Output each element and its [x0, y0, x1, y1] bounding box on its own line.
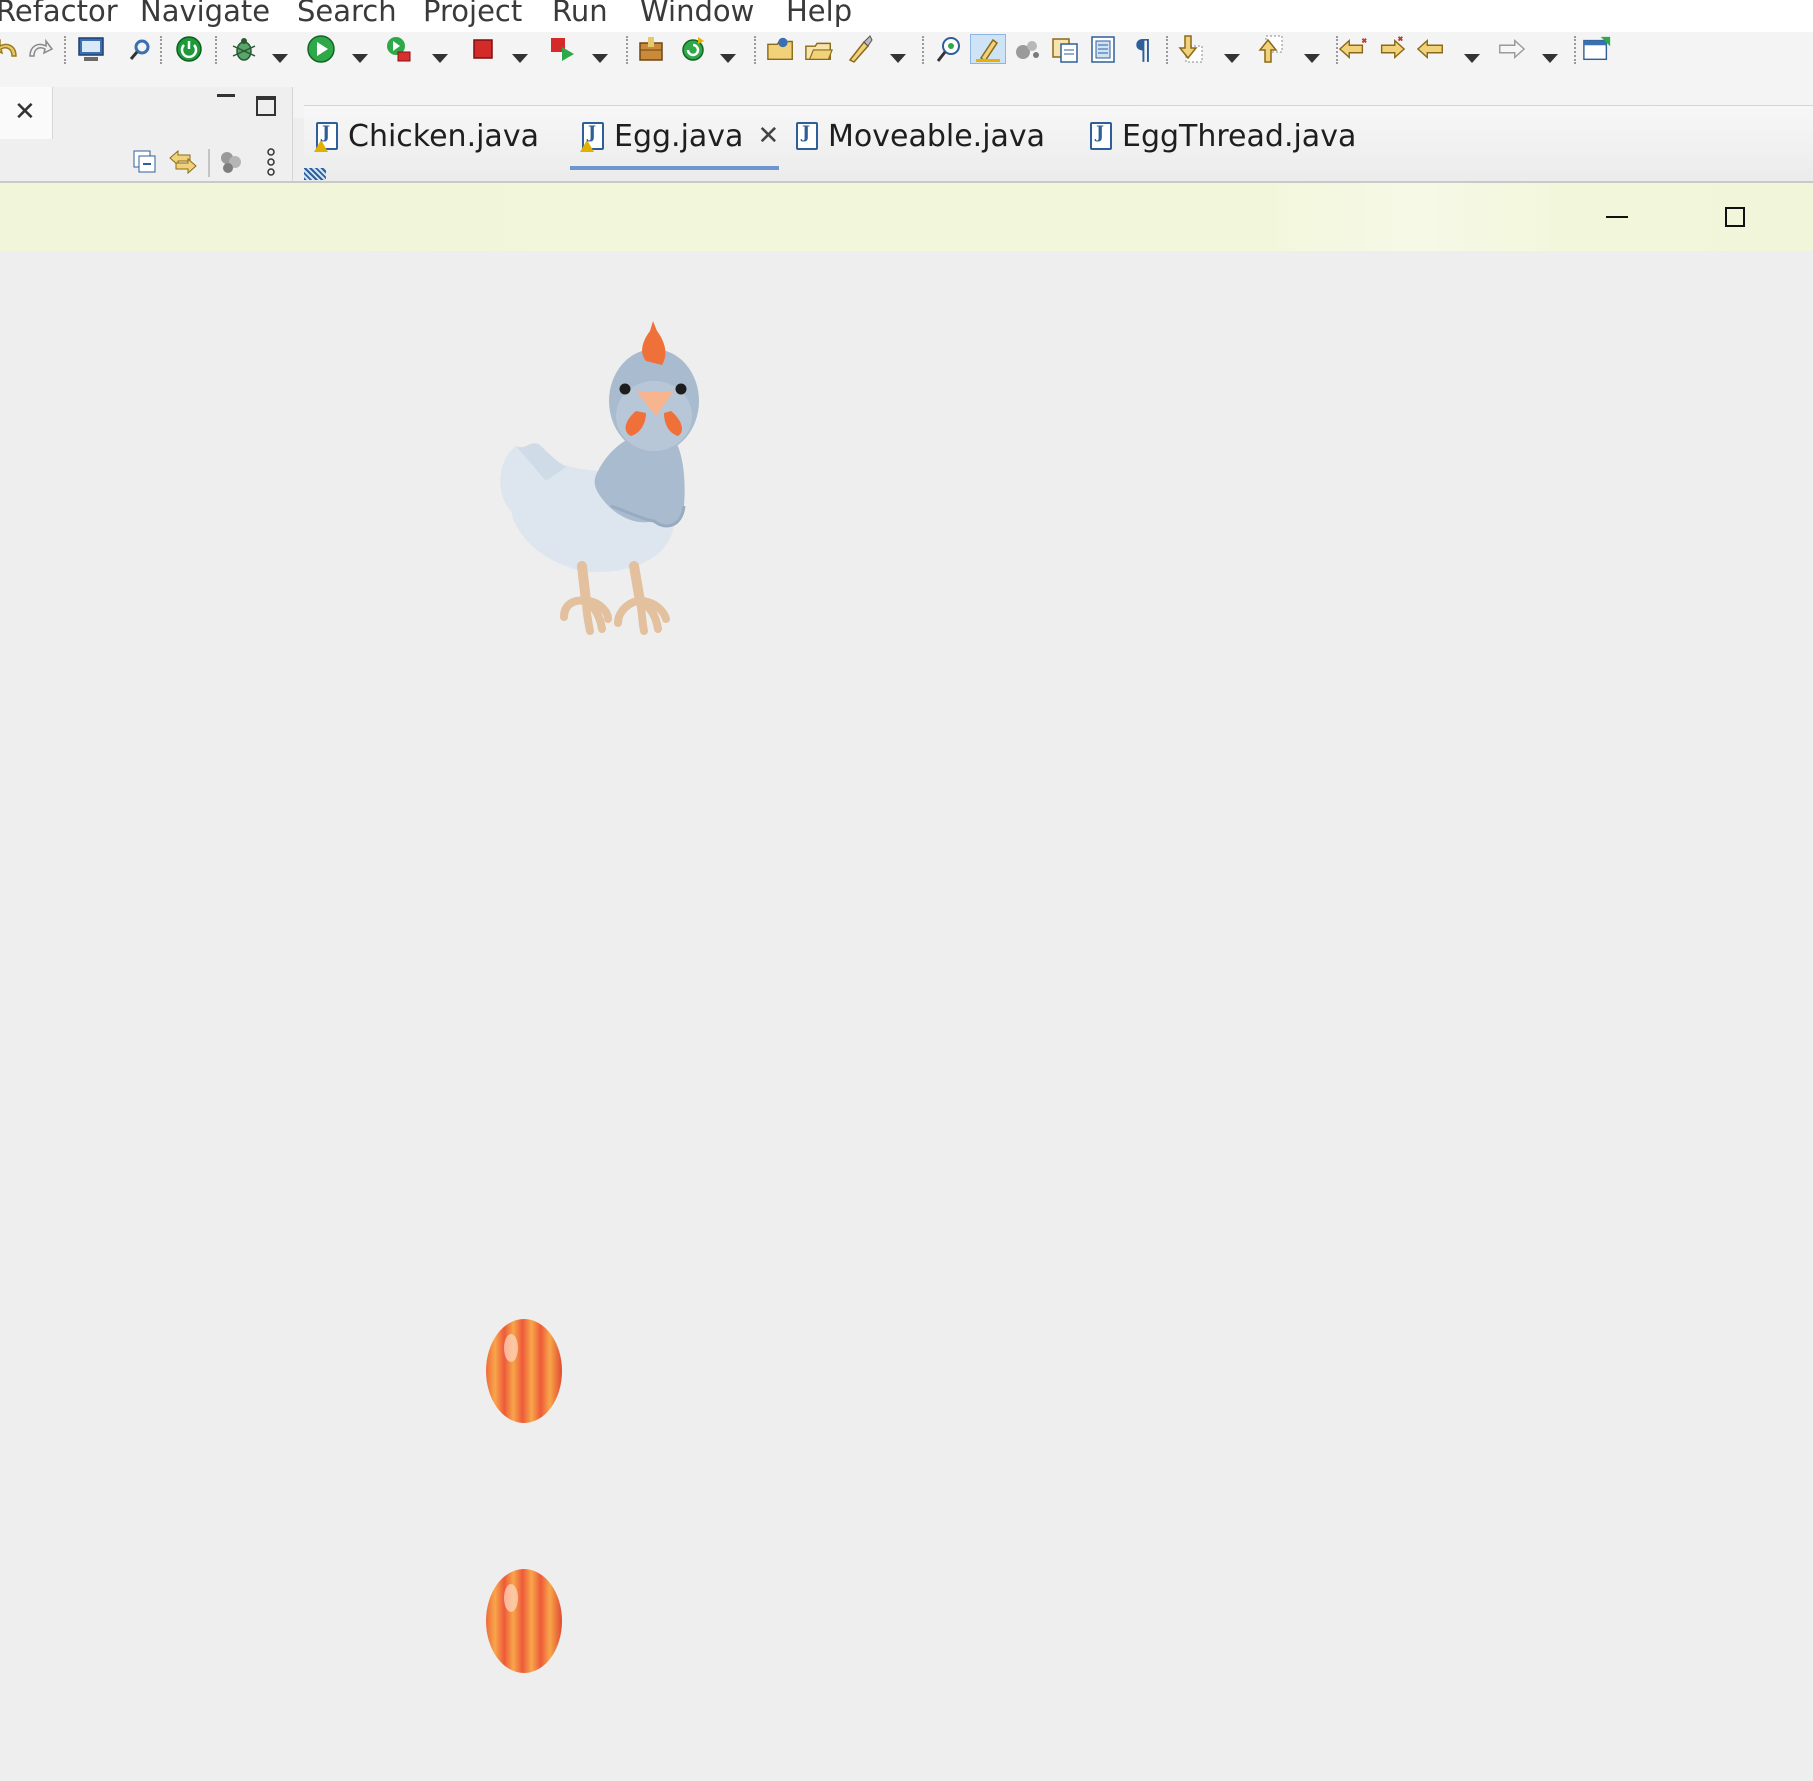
- next-annotation-dropdown[interactable]: [1224, 54, 1240, 63]
- pilcrow-icon[interactable]: ¶: [1128, 33, 1158, 66]
- tab-label: Chicken.java: [348, 118, 539, 154]
- code-overview-marker: [304, 168, 326, 180]
- forward-icon[interactable]: [1496, 34, 1526, 64]
- java-file-icon: [580, 122, 604, 152]
- game-canvas: [0, 251, 1813, 1781]
- open-icon[interactable]: [804, 34, 834, 64]
- view-toolbar-separator: [208, 149, 210, 177]
- forward-edit-icon[interactable]: [1376, 34, 1406, 64]
- window-titlebar: [0, 181, 1813, 253]
- prev-annotation-dropdown[interactable]: [1304, 54, 1320, 63]
- menu-help[interactable]: Help: [786, 0, 852, 28]
- menu-project[interactable]: Project: [423, 0, 522, 28]
- stop-icon[interactable]: [468, 34, 498, 64]
- maximize-view-icon[interactable]: [256, 96, 276, 116]
- view-tab[interactable]: ✕: [0, 87, 53, 139]
- package-explorer-view: ✕: [0, 87, 293, 181]
- collapse-all-icon[interactable]: [132, 149, 158, 179]
- menu-bar: Refactor Navigate Search Project Run Win…: [0, 0, 1813, 32]
- stop-dropdown[interactable]: [512, 54, 528, 63]
- warning-icon: [314, 140, 328, 152]
- run-icon[interactable]: [306, 34, 336, 64]
- highlight-icon[interactable]: [970, 34, 1006, 64]
- egg-sprite: [486, 1569, 562, 1673]
- toolbar-separator: [160, 36, 162, 64]
- brush-dropdown[interactable]: [890, 54, 906, 63]
- link-editor-icon[interactable]: [168, 147, 198, 181]
- egg-sprite: [486, 1319, 562, 1423]
- view-menu-icon[interactable]: [266, 147, 276, 181]
- toolbar-separator: [215, 36, 217, 64]
- debug-dropdown[interactable]: [272, 54, 288, 63]
- menu-search[interactable]: Search: [297, 0, 397, 28]
- close-tab-icon[interactable]: ✕: [757, 121, 779, 151]
- back-edit-icon[interactable]: [1338, 34, 1368, 64]
- menu-navigate[interactable]: Navigate: [140, 0, 270, 28]
- undo-icon[interactable]: [0, 34, 22, 64]
- tab-label: Moveable.java: [828, 118, 1046, 154]
- back-icon[interactable]: [1416, 34, 1446, 64]
- redo-icon[interactable]: [24, 34, 54, 64]
- toolbar-separator: [1166, 36, 1168, 64]
- tab-label: Egg.java: [614, 118, 744, 154]
- list-icon[interactable]: [1088, 34, 1118, 64]
- tab-chicken-java[interactable]: Chicken.java: [314, 106, 539, 166]
- run-config-dropdown[interactable]: [432, 54, 448, 63]
- debug-icon[interactable]: [229, 34, 259, 64]
- toolbar-separator: [922, 36, 924, 64]
- next-annotation-icon[interactable]: [1176, 34, 1206, 64]
- app-window: [0, 181, 1813, 1781]
- prev-annotation-icon[interactable]: [1256, 34, 1286, 64]
- refresh-icon[interactable]: [678, 34, 708, 64]
- tab-egg-java[interactable]: Egg.java ✕: [570, 106, 780, 170]
- back-dropdown[interactable]: [1464, 54, 1480, 63]
- new-window-icon[interactable]: [1582, 34, 1612, 64]
- launch-dropdown[interactable]: [592, 54, 608, 63]
- run-dropdown[interactable]: [352, 54, 368, 63]
- menu-window[interactable]: Window: [640, 0, 754, 28]
- editor-tab-bar: Chicken.java Egg.java ✕ Moveable.java Eg…: [304, 105, 1813, 182]
- launch-icon[interactable]: [548, 34, 578, 64]
- filter-icon[interactable]: [218, 149, 244, 179]
- java-file-icon: [314, 122, 338, 152]
- run-config-icon[interactable]: [384, 34, 414, 64]
- open-folder-icon[interactable]: [766, 34, 796, 64]
- menu-run[interactable]: Run: [552, 0, 608, 28]
- minimize-button[interactable]: [1606, 216, 1628, 218]
- tab-eggthread-java[interactable]: EggThread.java: [1090, 106, 1356, 166]
- search-tool-icon[interactable]: [126, 34, 156, 64]
- toolbar-separator: [1574, 36, 1576, 64]
- close-icon[interactable]: ✕: [14, 97, 36, 127]
- copy-icon[interactable]: [1050, 34, 1080, 64]
- package-icon[interactable]: [636, 34, 666, 64]
- palette-icon[interactable]: [1012, 34, 1042, 64]
- chicken-sprite: [500, 321, 699, 635]
- refresh-dropdown[interactable]: [720, 54, 736, 63]
- java-file-icon: [1090, 122, 1112, 150]
- java-file-icon: [796, 122, 818, 150]
- tab-moveable-java[interactable]: Moveable.java: [796, 106, 1045, 166]
- maximize-button[interactable]: [1725, 207, 1745, 227]
- warning-icon: [580, 140, 594, 152]
- annotation-icon[interactable]: [934, 34, 964, 64]
- brush-icon[interactable]: [844, 34, 874, 64]
- forward-dropdown[interactable]: [1542, 54, 1558, 63]
- minimize-view-icon[interactable]: [217, 94, 235, 97]
- toolbar-separator: [626, 36, 628, 64]
- power-icon[interactable]: [174, 34, 204, 64]
- menu-refactor[interactable]: Refactor: [0, 0, 118, 28]
- toolbar-separator: [754, 36, 756, 64]
- toolbar-separator: [64, 36, 66, 64]
- tab-label: EggThread.java: [1122, 118, 1357, 154]
- terminal-icon[interactable]: [76, 34, 106, 64]
